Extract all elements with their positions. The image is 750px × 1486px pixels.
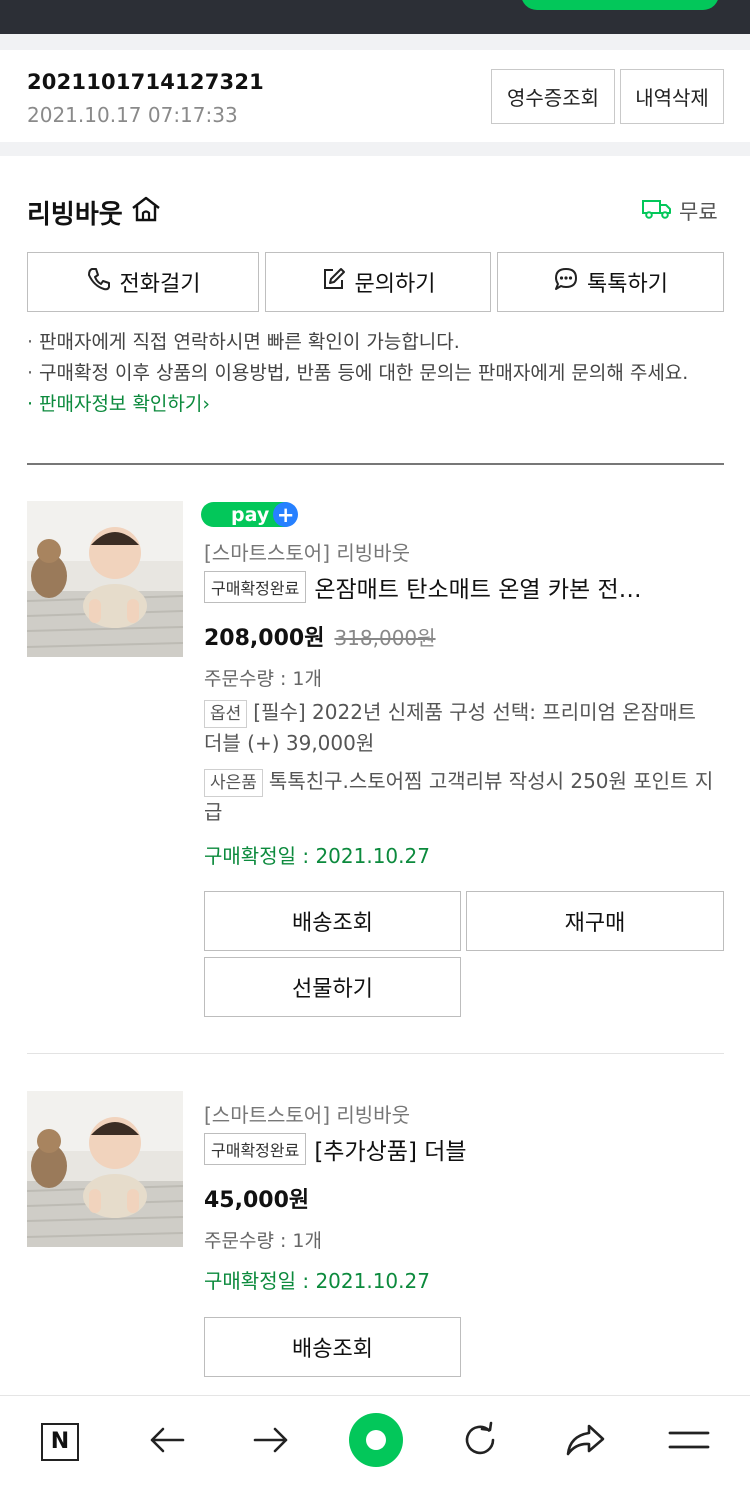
shipping-fee: 무료 bbox=[679, 200, 718, 224]
plus-icon: + bbox=[273, 502, 299, 527]
original-price: 318,000원 bbox=[334, 626, 436, 650]
gift-info: 사은품 톡톡친구.스토어찜 고객리뷰 작성시 250원 포인트 지급 bbox=[204, 766, 719, 828]
call-label: 전화걸기 bbox=[119, 272, 201, 297]
gift-text: 톡톡친구.스토어찜 고객리뷰 작성시 250원 포인트 지급 bbox=[204, 769, 714, 824]
hamburger-icon bbox=[668, 1428, 710, 1456]
edit-icon bbox=[321, 266, 347, 298]
store-home-icon[interactable] bbox=[129, 194, 163, 231]
receipt-button[interactable]: 영수증조회 bbox=[491, 69, 615, 124]
npay-badge: N pay + bbox=[201, 502, 299, 527]
truck-icon bbox=[641, 198, 673, 225]
menu-button[interactable] bbox=[649, 1396, 729, 1486]
delete-history-button[interactable]: 내역삭제 bbox=[620, 69, 724, 124]
track-delivery-button[interactable]: 배송조회 bbox=[204, 891, 461, 951]
call-button[interactable]: 전화걸기 bbox=[27, 252, 259, 312]
seller-info-link[interactable]: · 판매자정보 확인하기 › bbox=[27, 389, 727, 420]
note-item: · 판매자에게 직접 연락하시면 빠른 확인이 가능합니다. bbox=[27, 331, 460, 353]
bottom-navigation: N bbox=[0, 1395, 750, 1486]
product-title[interactable]: [추가상품] 더블 bbox=[314, 1132, 466, 1166]
section-gap bbox=[0, 34, 750, 50]
arrow-left-icon bbox=[147, 1425, 187, 1459]
seller-name[interactable]: 리빙바웃 bbox=[27, 194, 123, 231]
store-name[interactable]: [스마트스토어] 리빙바웃 bbox=[204, 1099, 410, 1128]
order-quantity: 주문수량 : 1개 bbox=[204, 668, 322, 690]
track-delivery-button[interactable]: 배송조회 bbox=[204, 1317, 461, 1377]
top-action-button[interactable] bbox=[521, 0, 719, 10]
section-gap bbox=[0, 142, 750, 156]
option-text: [필수] 2022년 신제품 구성 선택: 프리미엄 온잠매트 더블 (+) 3… bbox=[204, 700, 696, 755]
arrow-right-icon bbox=[251, 1425, 291, 1459]
shipping-info: 무료 bbox=[641, 196, 718, 226]
price-row: 208,000원 318,000원 bbox=[204, 620, 436, 652]
top-app-bar bbox=[0, 0, 750, 34]
talktalk-label: 톡톡하기 bbox=[587, 272, 668, 297]
order-header: 2021101714127321 2021.10.17 07:17:33 영수증… bbox=[0, 50, 750, 142]
option-tag: 옵션 bbox=[204, 700, 248, 728]
share-arrow-icon bbox=[564, 1422, 606, 1462]
inquiry-label: 문의하기 bbox=[354, 272, 436, 297]
green-dot-button[interactable] bbox=[336, 1396, 416, 1486]
green-dot-icon bbox=[348, 1412, 404, 1472]
option-info: 옵션 [필수] 2022년 신제품 구성 선택: 프리미엄 온잠매트 더블 (+)… bbox=[204, 697, 719, 759]
refresh-button[interactable] bbox=[440, 1396, 520, 1486]
back-button[interactable] bbox=[127, 1396, 207, 1486]
product-title[interactable]: 온잠매트 탄소매트 온열 카본 전… bbox=[314, 570, 641, 604]
product-title-row[interactable]: 구매확정완료 [추가상품] 더블 bbox=[204, 1132, 724, 1166]
forward-button[interactable] bbox=[231, 1396, 311, 1486]
divider bbox=[27, 1053, 724, 1054]
status-badge: 구매확정완료 bbox=[204, 571, 307, 603]
chat-bubble-icon bbox=[553, 266, 579, 298]
order-quantity: 주문수량 : 1개 bbox=[204, 1230, 322, 1252]
status-badge: 구매확정완료 bbox=[204, 1133, 307, 1165]
price-row: 45,000원 bbox=[204, 1182, 309, 1214]
naver-home-button[interactable]: N bbox=[20, 1396, 100, 1486]
store-name[interactable]: [스마트스토어] 리빙바웃 bbox=[204, 537, 410, 566]
order-datetime: 2021.10.17 07:17:33 bbox=[27, 103, 238, 127]
naver-n-icon: N bbox=[41, 1422, 79, 1461]
confirm-date: 구매확정일 : 2021.10.27 bbox=[204, 844, 430, 868]
note-item: · 구매확정 이후 상품의 이용방법, 반품 등에 대한 문의는 판매자에게 문의… bbox=[27, 362, 689, 384]
gift-tag: 사은품 bbox=[204, 769, 263, 797]
inquiry-button[interactable]: 문의하기 bbox=[265, 252, 491, 312]
talktalk-button[interactable]: 톡톡하기 bbox=[497, 252, 724, 312]
seller-header[interactable]: 리빙바웃 bbox=[27, 194, 163, 231]
phone-icon bbox=[86, 266, 112, 298]
divider bbox=[27, 463, 724, 465]
share-button[interactable] bbox=[545, 1396, 625, 1486]
order-number: 2021101714127321 bbox=[27, 70, 264, 94]
product-thumbnail[interactable] bbox=[27, 1091, 183, 1247]
refresh-icon bbox=[460, 1420, 500, 1464]
product-thumbnail[interactable] bbox=[27, 501, 183, 657]
sale-price: 45,000원 bbox=[204, 1188, 310, 1213]
product-title-row[interactable]: 구매확정완료 온잠매트 탄소매트 온열 카본 전… bbox=[204, 570, 724, 604]
reorder-button[interactable]: 재구매 bbox=[466, 891, 724, 951]
sale-price: 208,000원 bbox=[204, 626, 325, 651]
seller-notes: · 판매자에게 직접 연락하시면 빠른 확인이 가능합니다. · 구매확정 이후 상… bbox=[27, 327, 727, 420]
gift-button[interactable]: 선물하기 bbox=[204, 957, 461, 1017]
confirm-date: 구매확정일 : 2021.10.27 bbox=[204, 1269, 430, 1293]
chevron-right-icon: › bbox=[202, 393, 210, 415]
